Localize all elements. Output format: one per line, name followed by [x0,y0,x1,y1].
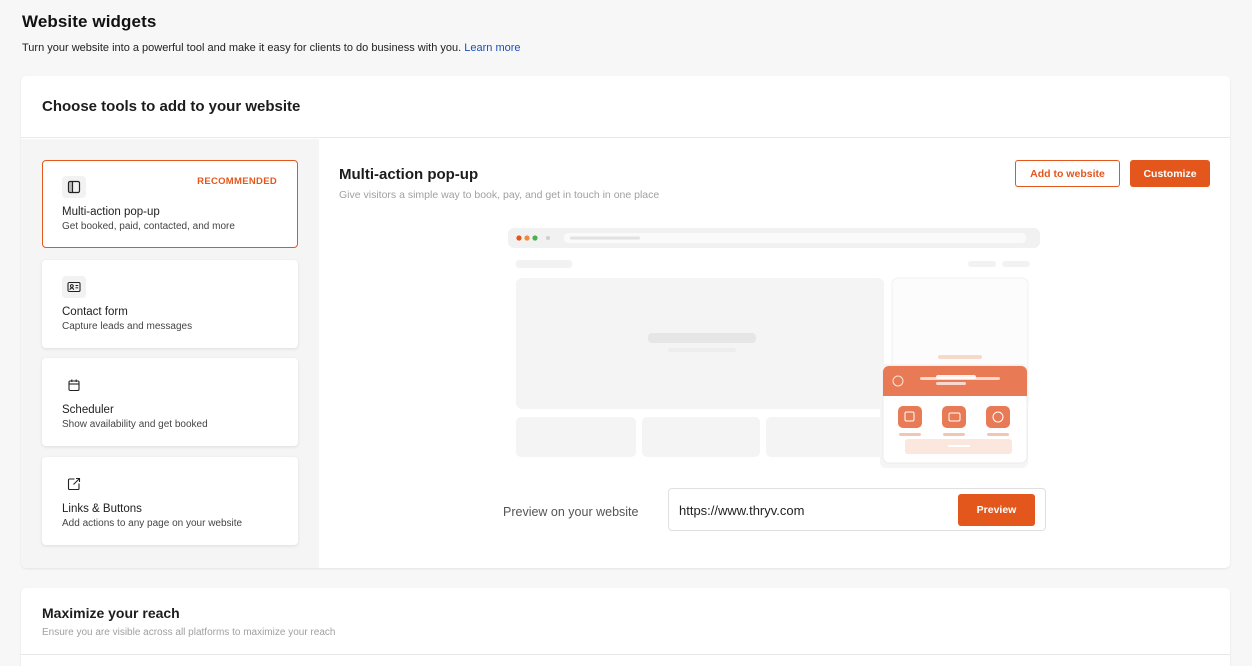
mock-nav-right-2 [1002,261,1030,267]
contact-card-icon [62,276,86,298]
mock-tile-3 [766,417,884,457]
mock-popup-title-2 [936,375,976,379]
mock-dot-orange [524,235,530,241]
tool-card-multi-action-popup[interactable]: RECOMMENDED Multi-action pop-up Get book… [42,160,298,248]
mock-popup-btn-1 [898,406,922,428]
preview-label: Preview on your website [503,505,639,519]
mock-side-line [938,355,982,359]
tool-card-contact-form[interactable]: Contact form Capture leads and messages [42,260,298,348]
mock-nav-left [516,260,572,268]
popup-preview-illustration [508,228,1040,468]
mock-popup-btn-2 [942,406,966,428]
mock-dot-green [532,235,538,241]
mock-hero-bar [648,333,756,343]
detail-title: Multi-action pop-up [339,166,479,183]
tools-card: Choose tools to add to your website RECO… [21,76,1230,568]
tool-name: Links & Buttons [62,503,142,515]
page-header: Website widgets Turn your website into a… [22,12,521,54]
external-link-icon [62,473,86,495]
reach-divider [21,654,1230,655]
page-subtitle: Turn your website into a powerful tool a… [22,42,521,54]
mock-popup-title-3 [936,382,966,385]
mock-tile-1 [516,417,636,457]
tool-name: Multi-action pop-up [62,206,160,218]
mock-popup-label-2 [943,433,965,436]
tool-name: Contact form [62,306,128,318]
tool-name: Scheduler [62,404,114,416]
mock-popup-btn-3 [986,406,1010,428]
mock-popup-label-1 [899,433,921,436]
mock-url-text [570,236,640,240]
page-title: Website widgets [22,12,157,31]
recommended-badge: RECOMMENDED [197,176,277,187]
mock-hero-subbar [668,348,736,352]
mock-tile-2 [642,417,760,457]
tools-list: RECOMMENDED Multi-action pop-up Get book… [21,139,319,568]
tool-detail-panel: Multi-action pop-up Give visitors a simp… [319,139,1230,568]
learn-more-link[interactable]: Learn more [464,42,520,54]
reach-card: Maximize your reach Ensure you are visib… [21,588,1230,666]
layout-panel-icon [62,176,86,198]
reach-title: Maximize your reach [42,605,180,621]
mock-hero [516,278,884,409]
mock-dot-red [516,235,522,241]
reach-description: Ensure you are visible across all platfo… [42,627,336,638]
customize-button[interactable]: Customize [1130,160,1210,187]
page-subtitle-text: Turn your website into a powerful tool a… [22,42,462,54]
tools-card-title: Choose tools to add to your website [42,98,301,115]
website-url-input[interactable] [679,499,939,521]
tool-desc: Add actions to any page on your website [62,518,243,529]
mock-popup-label-3 [987,433,1009,436]
tool-card-links-buttons[interactable]: Links & Buttons Add actions to any page … [42,457,298,545]
mock-dot-grey [546,236,550,240]
preview-button[interactable]: Preview [958,494,1035,526]
tool-card-scheduler[interactable]: Scheduler Show availability and get book… [42,358,298,446]
preview-url-box: Preview [668,488,1046,531]
tool-desc: Show availability and get booked [62,419,208,430]
tool-desc: Get booked, paid, contacted, and more [62,221,235,232]
add-to-website-button[interactable]: Add to website [1015,160,1120,187]
tool-desc: Capture leads and messages [62,321,193,332]
tools-card-header: Choose tools to add to your website [21,76,1230,138]
detail-description: Give visitors a simple way to book, pay,… [339,189,660,201]
calendar-icon [62,374,86,396]
tools-body: RECOMMENDED Multi-action pop-up Get book… [21,139,1230,568]
mock-popup-footer-line [948,445,970,447]
mock-nav-right-1 [968,261,996,267]
